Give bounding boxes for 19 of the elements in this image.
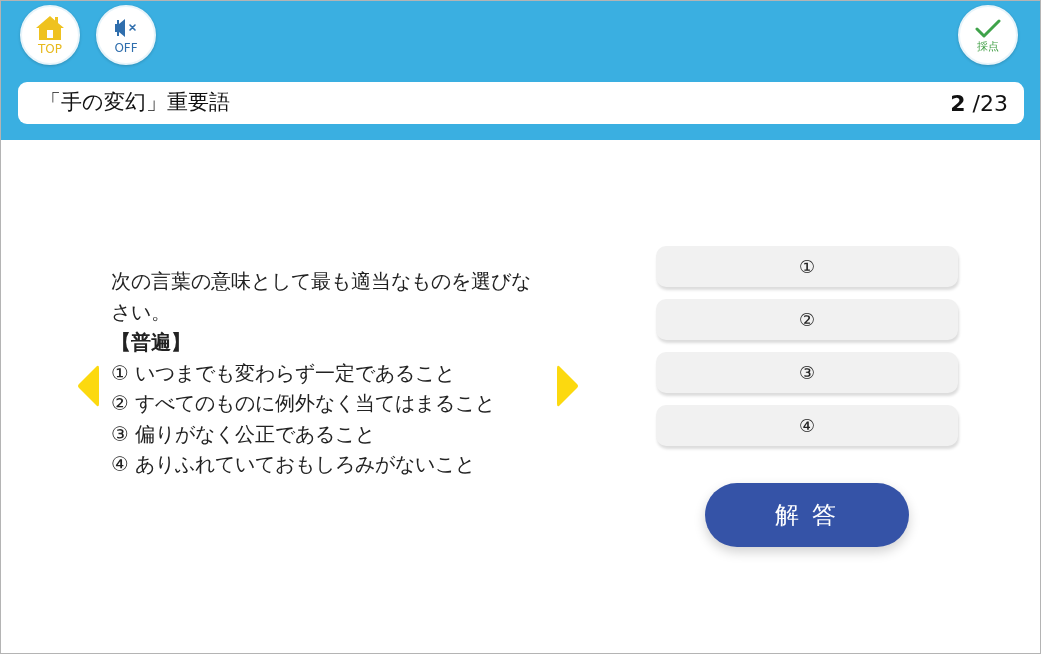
choice-button[interactable]: ① [656,246,958,287]
option-text: ④ ありふれていておもしろみがないこと [111,451,477,478]
choice-button[interactable]: ③ [656,352,958,393]
house-icon [35,15,65,41]
sound-button[interactable]: OFF [96,5,156,65]
question-counter: 2 /23 [950,89,1008,118]
option-text: ② すべてのものに例外なく当てはまること [111,390,497,417]
choice-button[interactable]: ④ [656,405,958,446]
term-text: 【普遍】 [111,329,192,356]
answer-button[interactable]: 解 答 [705,483,909,547]
choice-button[interactable]: ② [656,299,958,340]
quiz-title: 「手の変幻」重要語 [40,89,230,117]
next-arrow-icon[interactable] [557,363,579,408]
checkmark-icon [975,18,1001,39]
instruction-text: 次の言葉の意味として最も適当なものを選びなさい。 [111,268,532,326]
grade-button[interactable]: 採点 [958,5,1018,65]
option-text: ① いつまでも変わらず一定であること [111,359,457,387]
previous-arrow-icon[interactable] [77,363,99,408]
option-text: ③ 偏りがなく公正であること [111,420,377,448]
